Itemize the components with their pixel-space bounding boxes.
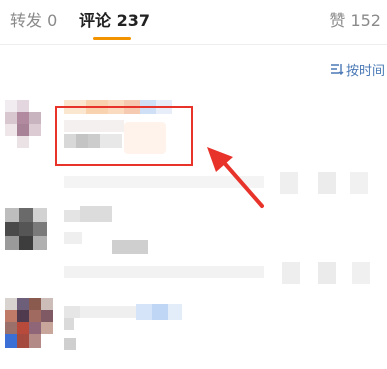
annotation-arrow [207, 147, 264, 208]
